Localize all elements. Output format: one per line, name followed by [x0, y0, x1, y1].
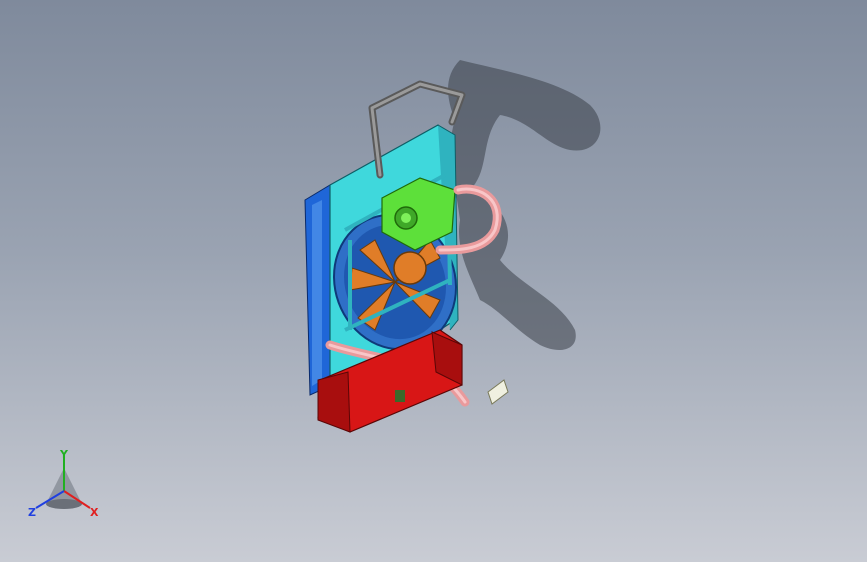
radiator-side-frame[interactable]	[304, 184, 333, 396]
small-bracket[interactable]	[487, 379, 509, 405]
model-scene[interactable]	[0, 0, 867, 562]
3d-viewport[interactable]: Y X Z	[0, 0, 867, 562]
model-shadow	[448, 60, 601, 350]
orientation-triad[interactable]: Y X Z	[24, 446, 104, 526]
y-axis-label: Y	[59, 448, 69, 461]
sensor	[395, 390, 405, 402]
x-axis-label: X	[90, 506, 99, 519]
fan-hub	[393, 251, 427, 285]
z-axis-label: Z	[28, 506, 36, 519]
